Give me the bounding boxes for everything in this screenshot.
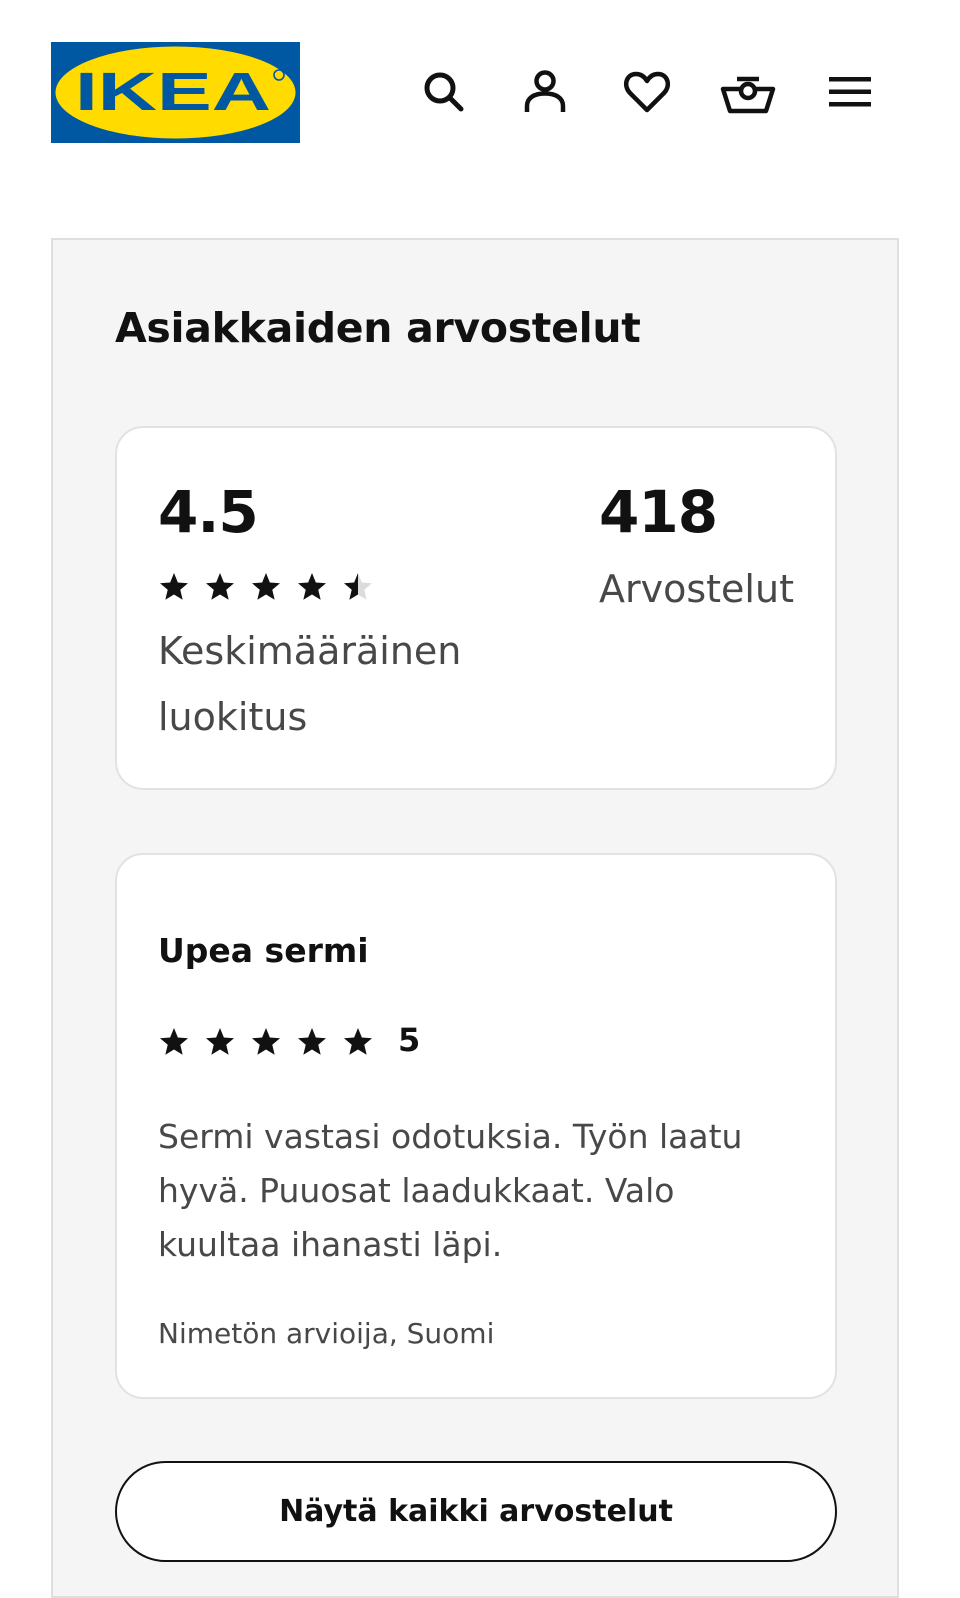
average-label-line2: luokitus: [158, 695, 308, 739]
star-icon: [296, 568, 342, 606]
star-icon: [342, 1023, 388, 1061]
rating-summary-card: 4.5 Keskimääräinen luokitus 418 Arvostel…: [115, 426, 837, 790]
review-count: 418: [599, 478, 718, 546]
site-header: IKEA: [0, 0, 960, 190]
review-score: 5: [398, 1021, 421, 1059]
star-icon: [158, 1023, 204, 1061]
average-label-line1: Keskimääräinen: [158, 629, 462, 673]
logo-text: IKEA: [75, 62, 271, 122]
reviewer-name: Nimetön arvioija, Suomi: [158, 1317, 495, 1350]
half-star-icon: [342, 568, 388, 606]
basket-icon[interactable]: [718, 62, 778, 122]
average-stars: [158, 568, 388, 606]
star-icon: [250, 568, 296, 606]
search-icon[interactable]: [414, 62, 474, 122]
menu-icon[interactable]: [820, 62, 880, 122]
user-icon[interactable]: [515, 62, 575, 122]
review-text: Sermi vastasi odotuksia. Työn laatu hyvä…: [158, 1117, 743, 1264]
star-icon: [250, 1023, 296, 1061]
ikea-logo[interactable]: IKEA: [51, 42, 300, 143]
show-all-reviews-button[interactable]: Näytä kaikki arvostelut: [115, 1461, 837, 1562]
star-icon: [296, 1023, 342, 1061]
review-card: Upea sermi 5 Sermi vastasi odotuksia. Ty…: [115, 853, 837, 1399]
star-icon: [204, 1023, 250, 1061]
average-rating: 4.5: [158, 478, 259, 546]
review-stars: [158, 1023, 388, 1061]
review-title: Upea sermi: [158, 931, 369, 970]
review-count-label: Arvostelut: [599, 567, 794, 611]
star-icon: [204, 568, 250, 606]
heart-icon[interactable]: [617, 62, 677, 122]
star-icon: [158, 568, 204, 606]
section-title: Asiakkaiden arvostelut: [115, 304, 641, 352]
